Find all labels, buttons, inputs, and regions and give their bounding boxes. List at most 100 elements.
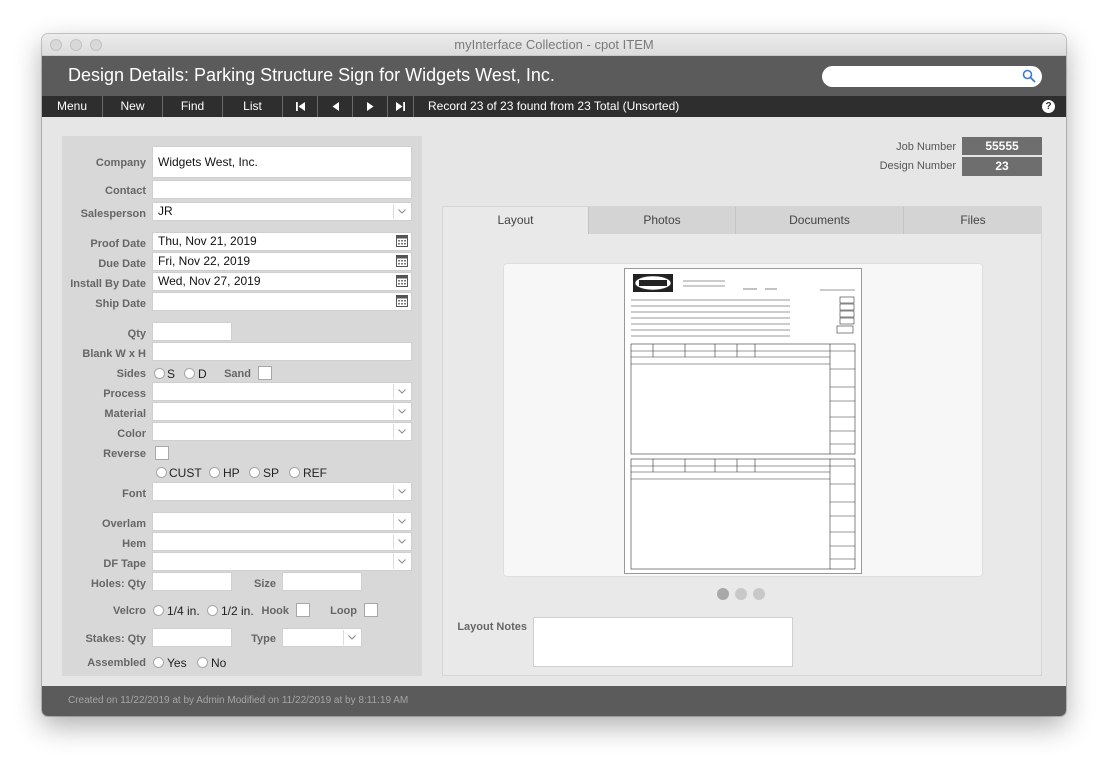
chevron-down-icon[interactable]	[393, 484, 410, 499]
calendar-icon[interactable]	[396, 275, 408, 287]
tab-documents[interactable]: Documents	[736, 207, 904, 234]
chevron-down-icon[interactable]	[393, 514, 410, 529]
ship-date-label: Ship Date	[95, 298, 146, 310]
carousel-dot-1[interactable]	[717, 588, 729, 600]
process-label: Process	[103, 388, 146, 400]
last-record-icon[interactable]	[388, 96, 414, 117]
search-input[interactable]	[822, 66, 1042, 87]
new-record-button[interactable]: New	[103, 96, 163, 117]
loop-checkbox[interactable]	[364, 603, 378, 617]
color-dropdown[interactable]	[152, 422, 412, 441]
reverse-checkbox[interactable]	[155, 446, 169, 460]
qty-field[interactable]	[152, 322, 232, 341]
assembled-yes-label: Yes	[167, 656, 187, 670]
assembled-label: Assembled	[87, 657, 146, 669]
chevron-down-icon[interactable]	[393, 404, 410, 419]
holes-qty-label: Holes: Qty	[90, 578, 146, 590]
calendar-icon[interactable]	[396, 295, 408, 307]
layout-notes-field[interactable]	[533, 617, 793, 667]
company-label: Company	[95, 157, 146, 169]
chevron-down-icon[interactable]	[393, 204, 410, 219]
previous-record-icon[interactable]	[318, 96, 353, 117]
salesperson-dropdown[interactable]: JR	[152, 202, 412, 221]
type-dropdown[interactable]	[282, 628, 362, 647]
sides-label: Sides	[116, 368, 146, 380]
company-field[interactable]: Widgets West, Inc.	[152, 146, 412, 178]
due-date-field[interactable]: Fri, Nov 22, 2019	[152, 252, 412, 271]
chevron-down-icon[interactable]	[393, 554, 410, 569]
size-field[interactable]	[282, 572, 362, 591]
menu-button[interactable]: Menu	[42, 96, 103, 117]
title-bar: myInterface Collection - cpot ITEM	[42, 34, 1066, 56]
minimize-window-button[interactable]	[70, 39, 82, 51]
sand-label: Sand	[224, 368, 251, 380]
window-title: myInterface Collection - cpot ITEM	[454, 37, 654, 52]
chevron-down-icon[interactable]	[393, 384, 410, 399]
proof-date-field[interactable]: Thu, Nov 21, 2019	[152, 232, 412, 251]
chevron-down-icon[interactable]	[343, 630, 360, 645]
cust-radio[interactable]	[156, 467, 167, 478]
due-date-value: Fri, Nov 22, 2019	[158, 254, 251, 268]
chevron-down-icon[interactable]	[393, 424, 410, 439]
zoom-window-button[interactable]	[90, 39, 102, 51]
velcro-quarter-radio[interactable]	[153, 605, 164, 616]
font-dropdown[interactable]	[152, 482, 412, 501]
hp-label: HP	[223, 466, 240, 480]
media-tab-panel: Layout Photos Documents Files Layout Not…	[442, 206, 1042, 676]
layout-preview[interactable]	[503, 263, 983, 577]
type-label: Type	[251, 633, 276, 645]
page-header: Design Details: Parking Structure Sign f…	[42, 56, 1066, 96]
ref-radio[interactable]	[289, 467, 300, 478]
salesperson-label: Salesperson	[80, 208, 146, 220]
find-button[interactable]: Find	[163, 96, 223, 117]
stakes-qty-label: Stakes: Qty	[85, 633, 146, 645]
tab-photos[interactable]: Photos	[589, 207, 736, 234]
tab-layout[interactable]: Layout	[443, 207, 589, 234]
first-record-icon[interactable]	[283, 96, 318, 117]
material-dropdown[interactable]	[152, 402, 412, 421]
assembled-no-radio[interactable]	[197, 657, 208, 668]
install-by-field[interactable]: Wed, Nov 27, 2019	[152, 272, 412, 291]
df-tape-dropdown[interactable]	[152, 552, 412, 571]
sides-s-radio[interactable]	[154, 368, 165, 379]
list-button[interactable]: List	[223, 96, 283, 117]
ship-date-field[interactable]	[152, 292, 412, 311]
blank-size-label: Blank W x H	[82, 348, 146, 360]
job-number-value: 55555	[962, 137, 1042, 155]
work-order-form-image	[624, 268, 862, 574]
job-number-label: Job Number	[896, 141, 956, 153]
design-number-value: 23	[962, 157, 1042, 176]
sp-label: SP	[263, 466, 280, 480]
record-status: Record 23 of 23 found from 23 Total (Uns…	[428, 99, 680, 113]
toolbar: Menu New Find List Record 23 of 23 found…	[42, 96, 1066, 117]
design-form: Company Widgets West, Inc. Contact Sales…	[62, 136, 422, 676]
calendar-icon[interactable]	[396, 235, 408, 247]
carousel-dot-2[interactable]	[735, 588, 747, 600]
next-record-icon[interactable]	[353, 96, 388, 117]
tab-files[interactable]: Files	[904, 207, 1042, 234]
calendar-icon[interactable]	[396, 255, 408, 267]
proof-date-label: Proof Date	[90, 238, 146, 250]
close-window-button[interactable]	[50, 39, 62, 51]
velcro-quarter-label: 1/4 in.	[167, 604, 200, 618]
hem-label: Hem	[122, 538, 146, 550]
search-icon[interactable]	[1022, 69, 1036, 83]
overlam-dropdown[interactable]	[152, 512, 412, 531]
help-icon[interactable]: ?	[1042, 100, 1055, 113]
qty-label: Qty	[127, 328, 146, 340]
overlam-label: Overlam	[101, 518, 146, 530]
blank-size-field[interactable]	[152, 342, 412, 361]
install-by-label: Install By Date	[70, 278, 146, 290]
assembled-yes-radio[interactable]	[153, 657, 164, 668]
sp-radio[interactable]	[249, 467, 260, 478]
app-window: myInterface Collection - cpot ITEM Desig…	[42, 34, 1066, 716]
sand-checkbox[interactable]	[258, 366, 272, 380]
hem-dropdown[interactable]	[152, 532, 412, 551]
chevron-down-icon[interactable]	[393, 534, 410, 549]
design-number-label: Design Number	[879, 160, 956, 172]
hp-radio[interactable]	[209, 467, 220, 478]
carousel-dot-3[interactable]	[753, 588, 765, 600]
contact-field[interactable]	[152, 180, 412, 199]
process-dropdown[interactable]	[152, 382, 412, 401]
reverse-label: Reverse	[103, 448, 146, 460]
